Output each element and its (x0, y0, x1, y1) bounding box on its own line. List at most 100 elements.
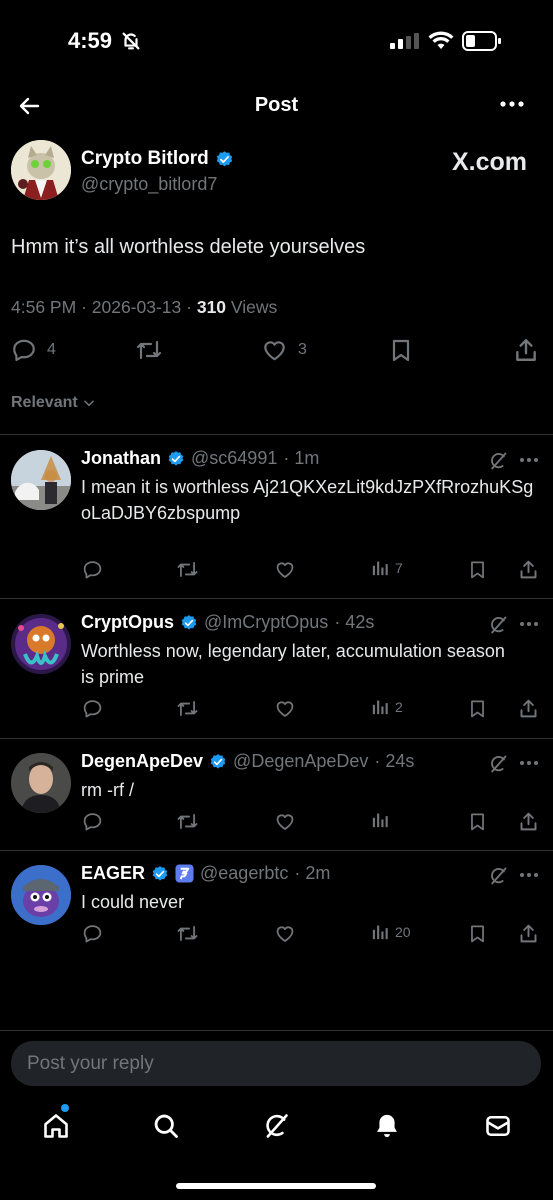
views-button[interactable]: 20 (372, 923, 411, 940)
like-button[interactable] (274, 811, 296, 832)
bookmark-button[interactable] (468, 698, 487, 719)
reply-more-icon[interactable] (519, 457, 539, 463)
reply-icon (11, 337, 37, 363)
bookmark-button[interactable] (468, 811, 487, 832)
reply-button[interactable]: 4 (11, 337, 56, 363)
author-avatar[interactable] (11, 140, 71, 200)
like-button[interactable] (274, 923, 296, 944)
grok-icon[interactable] (488, 451, 508, 471)
affiliate-badge-icon (175, 864, 194, 883)
reply-input[interactable] (27, 1041, 527, 1086)
verified-badge-icon (180, 614, 198, 632)
reply-text: I could never (81, 892, 185, 912)
wifi-icon (428, 30, 454, 50)
status-time: 4:59 (68, 28, 113, 53)
reply-text: rm -rf / (81, 780, 134, 800)
like-button[interactable] (274, 559, 296, 580)
verified-badge-icon (151, 865, 169, 883)
repost-button[interactable] (176, 923, 199, 944)
reply-author-name[interactable]: CryptOpus (81, 612, 174, 633)
reply-more-icon[interactable] (519, 760, 539, 766)
bottom-nav (0, 1104, 553, 1154)
reply-time: · 1m (283, 448, 320, 468)
nav-notifications[interactable] (373, 1112, 401, 1140)
grok-icon[interactable] (488, 866, 508, 886)
share-button[interactable] (518, 923, 539, 944)
like-button[interactable] (274, 698, 296, 719)
repost-icon (135, 337, 163, 363)
reply-author-handle[interactable]: @DegenApeDev (233, 751, 368, 772)
views-button[interactable] (372, 811, 395, 828)
reply-more-icon[interactable] (519, 621, 539, 627)
reply-author-name[interactable]: EAGER (81, 863, 145, 884)
reply-action-bar: 2 (0, 698, 553, 722)
repost-button[interactable] (135, 337, 163, 363)
reply-action-bar: 20 (0, 923, 553, 947)
share-button[interactable] (513, 337, 539, 363)
reply-item[interactable]: CryptOpus @ImCryptOpus · 42s Worthless n… (0, 599, 553, 738)
share-button[interactable] (518, 811, 539, 832)
nav-home[interactable] (42, 1112, 70, 1140)
views-label[interactable]: Views (226, 297, 277, 317)
author-handle[interactable]: @crypto_bitlord7 (81, 174, 217, 195)
reply-header: Jonathan @sc64991 · 1m (81, 448, 319, 469)
verified-badge-icon (209, 753, 227, 771)
nav-search[interactable] (152, 1112, 180, 1140)
reply-item[interactable]: EAGER @eagerbtc · 2m I could never 20 (0, 851, 553, 961)
repost-icon (176, 698, 199, 719)
reply-author-name[interactable]: Jonathan (81, 448, 161, 469)
reply-more-icon[interactable] (519, 872, 539, 878)
analytics-icon (372, 811, 389, 828)
reply-avatar[interactable] (11, 753, 71, 813)
analytics-icon (372, 698, 389, 715)
share-icon (518, 811, 539, 832)
home-indicator (176, 1183, 376, 1189)
repost-button[interactable] (176, 698, 199, 719)
views-button[interactable]: 7 (372, 559, 403, 576)
share-button[interactable] (518, 559, 539, 580)
post-date: 2026-03-13 (91, 297, 182, 317)
reply-button[interactable] (82, 698, 103, 719)
reply-author-name[interactable]: DegenApeDev (81, 751, 203, 772)
nav-grok[interactable] (262, 1112, 290, 1140)
analytics-icon (372, 559, 389, 576)
reply-button[interactable] (82, 811, 103, 832)
bookmark-button[interactable] (468, 923, 487, 944)
more-options-icon[interactable] (500, 100, 524, 108)
nav-messages[interactable] (484, 1112, 512, 1140)
reply-header: CryptOpus @ImCryptOpus · 42s (81, 612, 374, 633)
page-title: Post (254, 94, 299, 116)
sort-dropdown[interactable]: Relevant (11, 394, 96, 412)
share-button[interactable] (518, 698, 539, 719)
repost-icon (176, 923, 199, 944)
author-name[interactable]: Crypto Bitlord (81, 148, 209, 170)
post-meta: 4:56 PM · 2026-03-13 · 310 Views (11, 297, 278, 317)
reply-button[interactable] (82, 559, 103, 580)
cellular-signal-icon (390, 33, 420, 49)
reply-item[interactable]: DegenApeDev @DegenApeDev · 24s rm -rf / (0, 739, 553, 850)
reply-author-handle[interactable]: @ImCryptOpus (204, 612, 328, 633)
reply-avatar[interactable] (11, 450, 71, 510)
views-count[interactable]: 310 (197, 297, 226, 317)
reply-avatar[interactable] (11, 614, 71, 674)
heart-icon (274, 923, 296, 944)
reply-author-handle[interactable]: @sc64991 (191, 448, 277, 469)
reply-button[interactable] (82, 923, 103, 944)
divider (0, 1030, 553, 1031)
grok-icon[interactable] (488, 754, 508, 774)
verified-badge-icon (167, 450, 185, 468)
repost-button[interactable] (176, 811, 199, 832)
sort-label: Relevant (11, 394, 78, 411)
reply-action-bar (0, 811, 553, 835)
bookmark-button[interactable] (389, 337, 413, 363)
like-button[interactable]: 3 (261, 337, 307, 363)
views-button[interactable]: 2 (372, 698, 403, 715)
reply-avatar[interactable] (11, 865, 71, 925)
grok-icon[interactable] (488, 615, 508, 635)
reply-author-handle[interactable]: @eagerbtc (200, 863, 288, 884)
reply-icon (82, 698, 103, 719)
bookmark-button[interactable] (468, 559, 487, 580)
reply-composer[interactable] (11, 1041, 541, 1086)
reply-item[interactable]: Jonathan @sc64991 · 1m I mean it is wort… (0, 435, 553, 598)
repost-button[interactable] (176, 559, 199, 580)
